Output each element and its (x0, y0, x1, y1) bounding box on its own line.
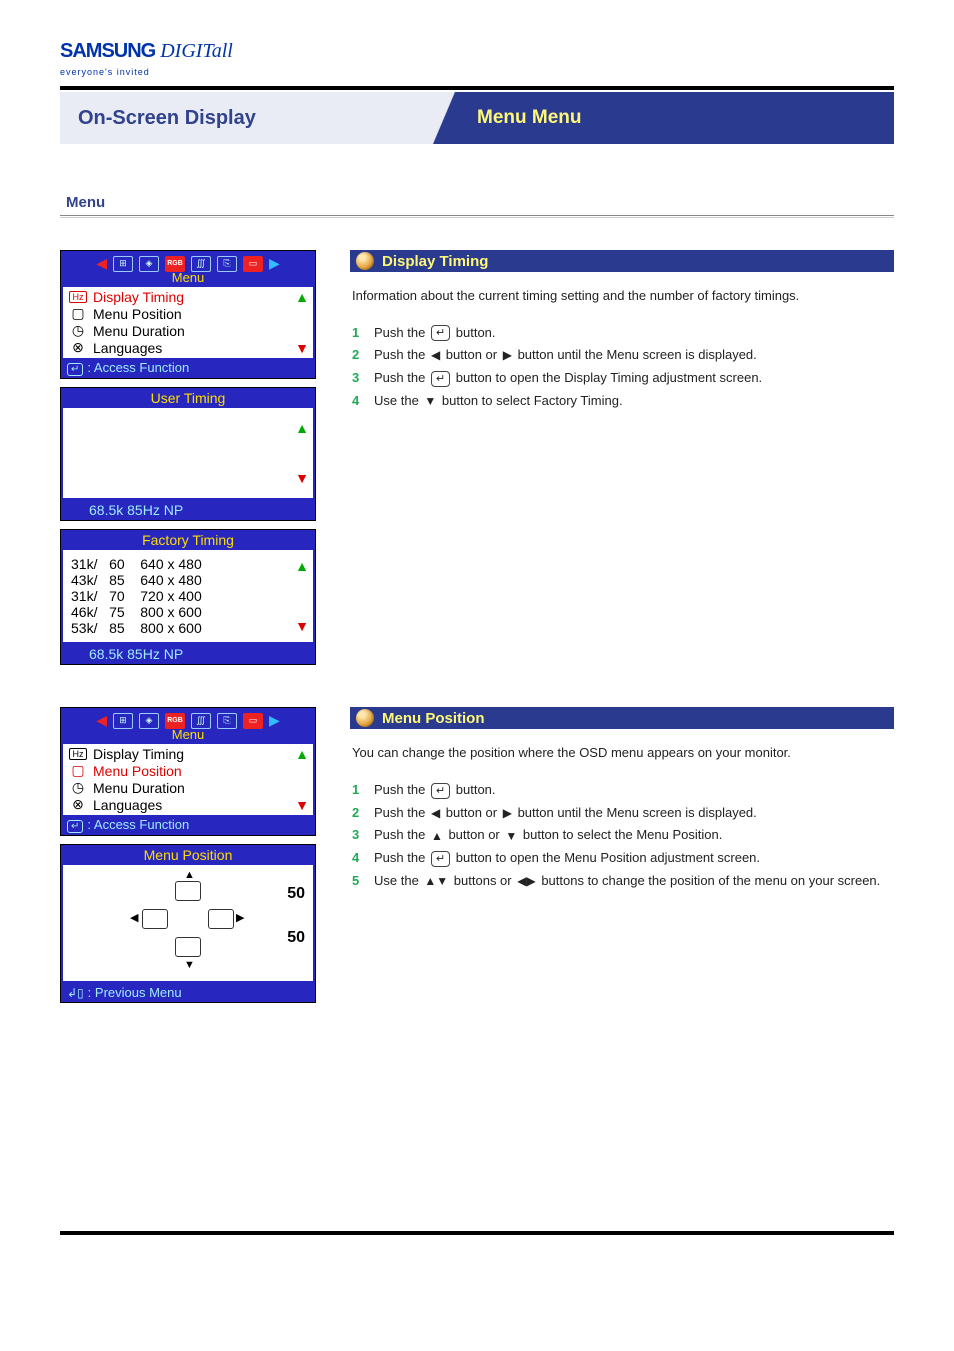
page-banner: On-Screen Display Menu Menu (60, 92, 894, 144)
feature-description: Information about the current timing set… (350, 286, 894, 306)
step-list: 1Push the ↵ button. 2Push the ◀ button o… (350, 779, 894, 893)
nav-right-icon: ▶ (269, 712, 280, 729)
section-heading: Menu (60, 194, 894, 211)
scroll-down-icon: ▼ (295, 797, 309, 813)
table-row: 31k/ 70 720 x 400 (71, 588, 305, 604)
osd-footer: ↵: Access Function (61, 815, 315, 835)
clock-icon: ◷ (69, 322, 87, 339)
nav-right-icon: ▶ (269, 255, 280, 272)
back-icon: ↲▯ (67, 986, 84, 1000)
hz-icon: Hz (69, 748, 87, 760)
factory-timing-panel: Factory Timing 31k/ 60 640 x 480 43k/ 85… (60, 529, 316, 665)
scroll-down-icon: ▼ (295, 340, 309, 356)
samsung-logo: SAMSUNG DIGITall everyone's invited (60, 40, 894, 78)
page-title: On-Screen Display (60, 92, 455, 144)
screen-icon: ⊞ (113, 256, 133, 272)
down-arrow-icon: ▼ (184, 959, 195, 971)
osd-menu-screenshot: ◀ ⊞ ◈ RGB ∭ ⎘ ▭ ▶ Menu HzDisplay Timing … (60, 250, 316, 379)
clock-icon: ◷ (69, 779, 87, 796)
feature-heading: Display Timing (350, 250, 894, 272)
enter-icon: ↵ (67, 820, 83, 833)
table-row: 31k/ 60 640 x 480 (71, 556, 305, 572)
osd-footer: ↲▯: Previous Menu (61, 983, 315, 1002)
page-subtitle: Menu Menu (455, 92, 894, 144)
enter-icon: ↵ (67, 363, 83, 376)
right-arrow-icon: ▶ (236, 911, 244, 924)
list-item: ▢Menu Position (65, 305, 311, 322)
list-item: HzDisplay Timing (65, 746, 311, 762)
screen-icon: ⊞ (113, 713, 133, 729)
enter-icon: ↵ (431, 371, 450, 387)
list-item: ◷Menu Duration (65, 322, 311, 339)
menu-tab-icon: ▭ (243, 713, 263, 729)
globe-icon: ⊗ (69, 796, 87, 813)
menu-position-panel: Menu Position ▲ ◀ ▶ ▼ 50 50 ↲▯: (60, 844, 316, 1003)
divider (60, 86, 894, 90)
value-h: 50 (287, 885, 305, 903)
enter-icon: ↵ (431, 783, 450, 799)
enter-icon: ↵ (431, 325, 450, 341)
table-row: 53k/ 85 800 x 600 (71, 620, 305, 636)
globe-icon: ⊗ (69, 339, 87, 356)
bullet-icon (356, 709, 374, 727)
hz-icon: Hz (69, 291, 87, 303)
position-icon: ▢ (69, 762, 87, 779)
list-item: ⊗Languages (65, 796, 311, 813)
list-item: ⊗Languages (65, 339, 311, 356)
nav-left-icon: ◀ (96, 712, 107, 729)
table-row: 46k/ 75 800 x 600 (71, 604, 305, 620)
position-icon: ▢ (69, 305, 87, 322)
exit-icon: ⎘ (217, 256, 237, 272)
target-icon: ◈ (139, 256, 159, 272)
up-arrow-icon: ▲ (184, 869, 195, 881)
scroll-up-icon: ▲ (295, 746, 309, 762)
table-row: 43k/ 85 640 x 480 (71, 572, 305, 588)
target-icon: ◈ (139, 713, 159, 729)
position-pad: ▲ ◀ ▶ ▼ (128, 875, 248, 975)
left-arrow-icon: ◀ (130, 911, 138, 924)
exit-icon: ⎘ (217, 713, 237, 729)
divider (60, 215, 894, 216)
enter-icon: ↵ (431, 851, 450, 867)
list-item: ▢Menu Position (65, 762, 311, 779)
list-item: HzDisplay Timing (65, 289, 311, 305)
scroll-up-icon: ▲ (295, 289, 309, 305)
feature-heading: Menu Position (350, 707, 894, 729)
nav-left-icon: ◀ (96, 255, 107, 272)
divider (60, 1231, 894, 1235)
osd-menu-screenshot: ◀ ⊞ ◈ RGB ∭ ⎘ ▭ ▶ Menu HzDisplay Timing … (60, 707, 316, 836)
step-list: 1Push the ↵ button. 2Push the ◀ button o… (350, 322, 894, 413)
factory-timing-rows: 31k/ 60 640 x 480 43k/ 85 640 x 480 31k/… (63, 550, 313, 642)
bullet-icon (356, 252, 374, 270)
menu-tab-icon: ▭ (243, 256, 263, 272)
value-v: 50 (287, 929, 305, 947)
list-item: ◷Menu Duration (65, 779, 311, 796)
feature-description: You can change the position where the OS… (350, 743, 894, 763)
user-timing-panel: User Timing ▲ ▼ 68.5k 85Hz NP (60, 387, 316, 521)
osd-footer: ↵: Access Function (61, 358, 315, 378)
